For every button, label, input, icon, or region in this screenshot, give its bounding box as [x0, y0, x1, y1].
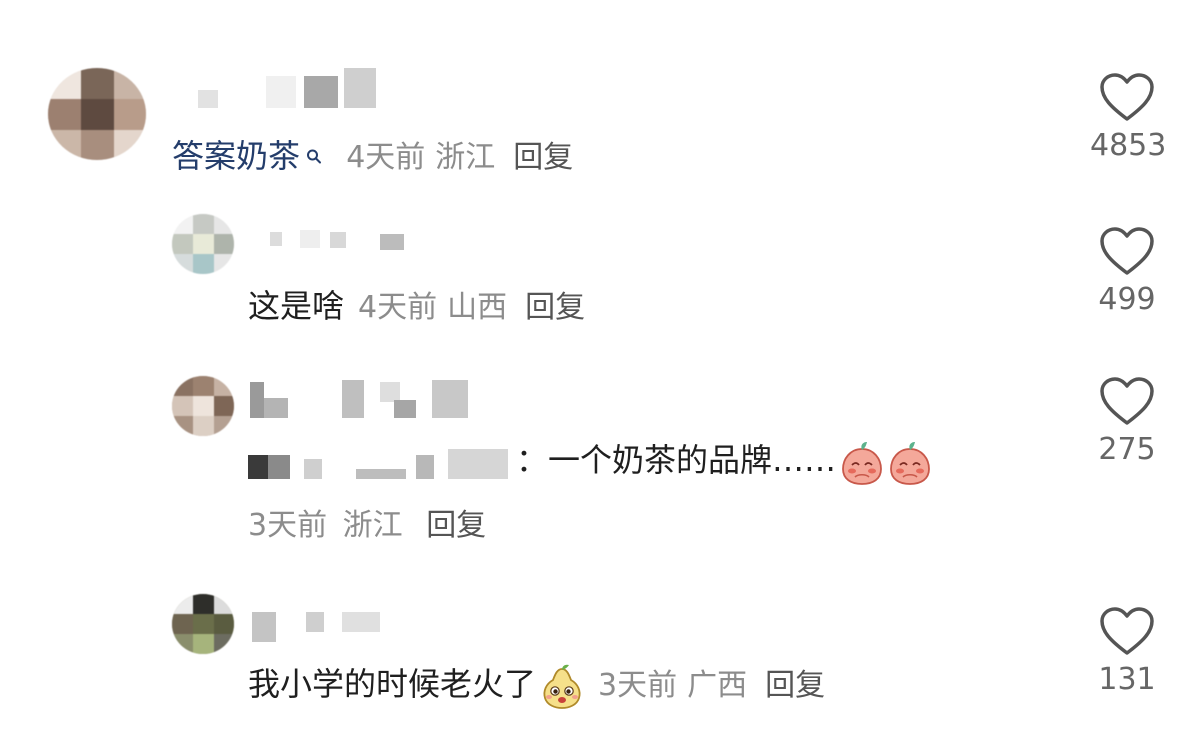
reply-button[interactable]: 回复	[525, 290, 585, 325]
comment-meta: 4天前 山西	[358, 290, 517, 325]
reply-button[interactable]: 回复	[426, 508, 486, 543]
comment-location: 广西	[687, 668, 748, 703]
like-count: 4853	[1090, 128, 1167, 163]
comment-text: 我小学的时候老火了	[248, 665, 537, 703]
comment-location: 山西	[447, 290, 508, 325]
comment-text: ：一个奶茶的品牌……	[516, 441, 837, 479]
keyword-link[interactable]: 答案奶茶	[172, 137, 332, 175]
username-redacted[interactable]	[196, 64, 386, 110]
search-icon[interactable]	[306, 136, 322, 164]
comment-text-row: 这是啥 4天前 山西 回复	[248, 284, 585, 330]
username-redacted[interactable]	[252, 604, 392, 644]
avatar[interactable]	[48, 68, 146, 160]
shy-peach-emoji	[840, 439, 884, 485]
mention-redacted[interactable]	[248, 445, 516, 479]
username-redacted[interactable]	[250, 378, 480, 418]
comment-time: 4天前	[346, 140, 426, 175]
comment-time: 4天前	[358, 290, 438, 325]
heart-outline-icon[interactable]	[1099, 376, 1155, 428]
pear-face-emoji	[540, 663, 584, 709]
comment-location: 浙江	[342, 508, 403, 543]
avatar[interactable]	[172, 376, 234, 436]
keyword-link-text[interactable]: 答案奶茶	[172, 137, 300, 175]
like-button[interactable]: 499	[1090, 226, 1164, 318]
comment-text-row: 我小学的时候老火了 3天前 广西 回复	[248, 662, 825, 709]
like-count: 499	[1098, 282, 1156, 317]
comment-2: 这是啥 4天前 山西 回复 499	[0, 200, 1200, 360]
like-button[interactable]: 131	[1090, 606, 1164, 698]
comment-1: 答案奶茶 4天前 浙江 回复 4853	[0, 0, 1200, 200]
reply-button[interactable]: 回复	[765, 668, 825, 703]
avatar[interactable]	[172, 214, 234, 274]
like-button[interactable]: 275	[1090, 376, 1164, 468]
comment-text-row: ：一个奶茶的品牌……	[248, 438, 932, 485]
comment-meta-row: 3天前 浙江 回复	[248, 506, 486, 546]
comment-meta: 4天前 浙江	[346, 140, 505, 175]
like-count: 131	[1098, 662, 1156, 697]
like-count: 275	[1098, 432, 1156, 467]
heart-outline-icon[interactable]	[1099, 72, 1155, 124]
username-redacted[interactable]	[270, 214, 420, 254]
comment-time: 3天前	[248, 508, 328, 543]
heart-outline-icon[interactable]	[1099, 606, 1155, 658]
comment-time: 3天前	[598, 668, 678, 703]
comment-location: 浙江	[435, 140, 496, 175]
like-button[interactable]: 4853	[1090, 72, 1167, 164]
avatar[interactable]	[172, 594, 234, 654]
comment-4: 我小学的时候老火了 3天前 广西 回复 131	[0, 580, 1200, 741]
reply-button[interactable]: 回复	[513, 140, 573, 175]
comment-3: ：一个奶茶的品牌…… 3天前 浙江 回复 275	[0, 360, 1200, 580]
shy-peach-emoji	[888, 439, 932, 485]
comment-text: 这是啥	[248, 287, 345, 325]
heart-outline-icon[interactable]	[1099, 226, 1155, 278]
comment-text-row: 答案奶茶 4天前 浙江 回复	[172, 134, 573, 180]
comment-meta: 3天前 广西	[598, 668, 757, 703]
